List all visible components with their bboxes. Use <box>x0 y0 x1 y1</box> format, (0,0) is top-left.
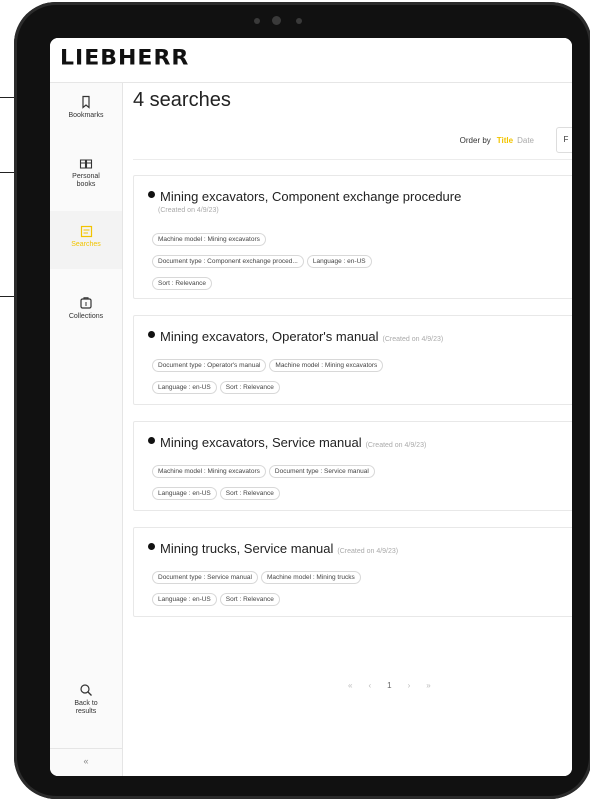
camera-dot <box>254 18 260 24</box>
liebherr-logo: LIEBHERR <box>60 46 190 71</box>
current-page[interactable]: 1 <box>387 681 393 690</box>
sidebar: Bookmarks Personal books Searches Collec… <box>50 83 123 776</box>
filter-tag: Language : en-US <box>152 487 217 500</box>
search-card[interactable]: Mining excavators, Component exchange pr… <box>133 175 572 299</box>
search-title[interactable]: Mining excavators, Operator's manual <box>160 329 379 344</box>
search-card[interactable]: Mining excavators, Service manual (Create… <box>133 421 572 511</box>
search-tags: Document type : Operator's manual Machine… <box>152 354 572 398</box>
sidebar-item-bookmarks[interactable]: Bookmarks <box>50 95 122 120</box>
filter-tag: Language : en-US <box>152 381 217 394</box>
filter-tag: Document type : Service manual <box>268 465 375 478</box>
search-tags: Document type : Service manual Machine mo… <box>152 566 572 610</box>
search-back-icon <box>80 684 92 696</box>
filter-tag: Machine model : Mining trucks <box>260 571 361 584</box>
search-card-header: Mining excavators, Service manual (Create… <box>148 434 426 452</box>
filter-tag: Language : en-US <box>306 255 372 268</box>
next-page-button[interactable]: › <box>408 681 413 690</box>
page-title: 4 searches <box>133 89 231 111</box>
app-screen: LIEBHERR Bookmarks Personal books Search… <box>50 38 572 776</box>
filter-tag: Sort : Relevance <box>152 277 213 290</box>
filter-button[interactable]: F <box>556 127 572 153</box>
search-card-header: Mining trucks, Service manual (Created on… <box>148 540 398 558</box>
filter-tag: Document type : Component exchange proce… <box>152 255 304 268</box>
sidebar-divider <box>50 748 122 749</box>
filter-tag: Document type : Operator's manual <box>152 359 267 372</box>
search-title[interactable]: Mining trucks, Service manual <box>160 541 333 556</box>
bullet-icon <box>148 437 155 445</box>
sidebar-item-personal-books[interactable]: Personal books <box>50 158 122 189</box>
filter-tag: Machine model : Mining excavators <box>269 359 384 372</box>
filter-tag: Language : en-US <box>152 593 217 606</box>
search-card[interactable]: Mining excavators, Operator's manual (Cre… <box>133 315 572 405</box>
tablet-frame: LIEBHERR Bookmarks Personal books Search… <box>14 2 590 799</box>
pagination: « ‹ 1 › » <box>348 681 447 690</box>
book-icon <box>79 159 93 169</box>
sidebar-item-collections[interactable]: Collections <box>50 296 122 321</box>
order-by-label: Order by <box>459 136 491 145</box>
filter-tag: Machine model : Mining excavators <box>152 465 266 478</box>
search-tags: Machine model : Mining excavators Docume… <box>152 228 572 294</box>
bullet-icon <box>148 191 155 199</box>
sidebar-item-label: Personal books <box>72 173 100 188</box>
filter-tag: Document type : Service manual <box>152 571 258 584</box>
created-date: (Created on 4/9/23) <box>158 207 219 214</box>
order-by-title-option[interactable]: Title <box>497 136 513 145</box>
sidebar-item-label: Bookmarks <box>68 112 104 119</box>
search-title[interactable]: Mining excavators, Service manual <box>160 435 362 450</box>
header-divider <box>133 159 572 160</box>
main-content: 4 searches Order by Title Date F Mining ex… <box>123 83 572 776</box>
sensor-dot <box>296 18 302 24</box>
order-by-control: Order by Title Date <box>460 136 534 145</box>
back-to-results-button[interactable]: Back to results <box>50 683 122 716</box>
filter-tag: Sort : Relevance <box>219 381 280 394</box>
first-page-button[interactable]: « <box>348 681 354 690</box>
bullet-icon <box>148 331 155 339</box>
filter-tag: Sort : Relevance <box>219 593 280 606</box>
order-by-date-option[interactable]: Date <box>517 136 534 145</box>
filter-tag: Sort : Relevance <box>219 487 280 500</box>
back-to-results-label: Back to results <box>74 700 98 715</box>
created-date: (Created on 4/9/23) <box>382 336 444 343</box>
created-date: (Created on 4/9/23) <box>365 442 427 449</box>
bookmark-icon <box>82 95 90 109</box>
sidebar-item-label: Searches <box>71 241 101 248</box>
search-card-header: Mining excavators, Operator's manual (Cre… <box>148 328 443 346</box>
created-date: (Created on 4/9/23) <box>337 548 399 555</box>
collapse-sidebar-button[interactable]: « <box>50 757 122 766</box>
search-card[interactable]: Mining trucks, Service manual (Created on… <box>133 527 572 617</box>
search-list-icon <box>80 225 92 238</box>
search-tags: Machine model : Mining excavators Documen… <box>152 460 572 504</box>
prev-page-button[interactable]: ‹ <box>368 681 373 690</box>
search-card-header: Mining excavators, Component exchange pr… <box>148 188 461 206</box>
collections-icon <box>80 297 92 309</box>
last-page-button[interactable]: » <box>426 681 432 690</box>
bullet-icon <box>148 543 155 551</box>
filter-tag: Machine model : Mining excavators <box>152 233 266 246</box>
top-bar: LIEBHERR <box>50 38 572 83</box>
camera-lens <box>272 16 281 25</box>
search-title[interactable]: Mining excavators, Component exchange pr… <box>160 189 461 204</box>
sidebar-item-label: Collections <box>68 313 104 320</box>
sidebar-item-searches[interactable]: Searches <box>50 211 122 269</box>
